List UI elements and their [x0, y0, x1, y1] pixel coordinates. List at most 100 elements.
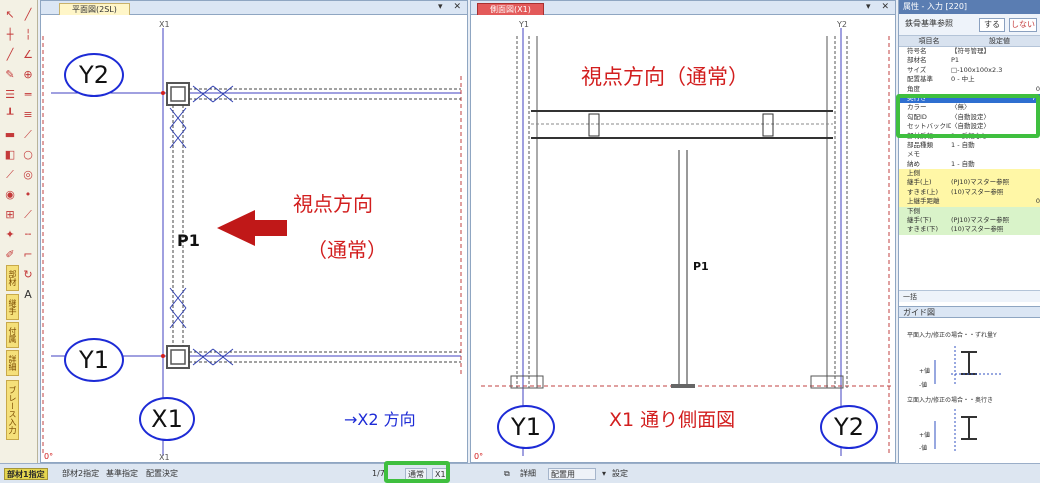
- property-value[interactable]: [951, 169, 1040, 178]
- bolt-tool-icon[interactable]: ⊞: [3, 208, 17, 222]
- property-rows: 符号名 【符号管理】 部材名 P1 サイズ □-100x100x2.3 配置基準 0 - 中上…: [899, 47, 1040, 235]
- edit-tool-icon[interactable]: ✐: [3, 248, 17, 262]
- cross-tool-icon[interactable]: ┼: [3, 28, 17, 42]
- property-key: サイズ: [907, 65, 927, 74]
- status-layout-select[interactable]: 配置用: [548, 468, 596, 480]
- property-value[interactable]: (PJ10)マスター参照: [951, 178, 1040, 187]
- status-copy-icon[interactable]: ⧉: [502, 468, 512, 480]
- status-detail[interactable]: 詳細: [518, 468, 538, 480]
- hole-tool-icon[interactable]: ◉: [3, 188, 17, 202]
- double-line-tool-icon[interactable]: ═: [21, 88, 35, 102]
- close-icon[interactable]: ✕: [453, 2, 461, 12]
- p1-base: [671, 384, 695, 388]
- property-row[interactable]: 符号名 【符号管理】: [899, 47, 1040, 56]
- property-value[interactable]: (10)マスター参照: [951, 225, 1040, 234]
- text-tool-icon[interactable]: A: [21, 288, 35, 302]
- weld-tool-icon[interactable]: ✦: [3, 228, 17, 242]
- property-row[interactable]: 継手(上) (PJ10)マスター参照: [899, 178, 1040, 188]
- line-tool-icon[interactable]: ╱: [21, 8, 35, 22]
- property-row[interactable]: 納め 1 - 自動: [899, 160, 1040, 169]
- status-tab-placement[interactable]: 配置決定: [144, 468, 180, 480]
- point-tool-icon[interactable]: •: [21, 188, 35, 202]
- property-value[interactable]: [951, 150, 1040, 159]
- property-value[interactable]: P1: [951, 56, 1040, 65]
- side-caption: X1 通り側面図: [609, 409, 736, 431]
- property-value[interactable]: 0 - 中上: [951, 75, 1040, 84]
- ref-do-button[interactable]: する: [979, 18, 1005, 32]
- toolbar-column-2: ╱ ╎ ∠ ⊕ ═ ≡ ⟋ ○ ◎ • ⟋ ╌ ⌐ ↻ A: [19, 8, 37, 308]
- circle-plus-tool-icon[interactable]: ⊕: [21, 68, 35, 82]
- property-value[interactable]: (PJ10)マスター参照: [951, 216, 1040, 225]
- property-key: 符号名: [907, 47, 927, 55]
- property-value[interactable]: 1 - 自動: [951, 160, 1040, 169]
- select-tool-icon[interactable]: ↖: [3, 8, 17, 22]
- column-tool-icon[interactable]: ┸: [3, 108, 17, 122]
- bracket-tool-icon[interactable]: ⌐: [21, 248, 35, 262]
- side-tab-4[interactable]: 詳細: [6, 350, 19, 376]
- angle-tool-icon[interactable]: ∠: [21, 48, 35, 62]
- property-row[interactable]: 部材名 P1: [899, 56, 1040, 65]
- beam-tool-icon[interactable]: ▬: [3, 128, 17, 142]
- side-tab-1[interactable]: 部材: [6, 265, 19, 291]
- property-value[interactable]: 0: [951, 197, 1040, 206]
- side-tab-5[interactable]: ブレース入力: [6, 380, 19, 440]
- property-key: 上側: [907, 169, 920, 178]
- status-tab-member2[interactable]: 部材2指定: [60, 468, 101, 480]
- dropdown-icon[interactable]: ▾: [438, 2, 443, 12]
- loop-tool-icon[interactable]: ↻: [21, 268, 35, 282]
- pen-tool-icon[interactable]: ✎: [3, 68, 17, 82]
- property-row[interactable]: すきま(上) (10)マスター参照: [899, 187, 1040, 198]
- diag-tool-icon[interactable]: ⟋: [21, 128, 35, 142]
- vline-tool-icon[interactable]: ╎: [21, 28, 35, 42]
- property-title: 属性 - 入力 [220]: [899, 0, 1040, 14]
- property-value[interactable]: 1 - 自動: [951, 141, 1040, 150]
- close-icon[interactable]: ✕: [881, 2, 889, 12]
- property-footer[interactable]: 一括: [899, 290, 1040, 302]
- property-row[interactable]: 角度 0: [899, 85, 1040, 94]
- status-tab-base[interactable]: 基準指定: [104, 468, 140, 480]
- property-value[interactable]: 【符号管理】: [951, 47, 1040, 56]
- property-row[interactable]: 上側: [899, 169, 1040, 179]
- brace-top: [192, 85, 234, 103]
- plate-tool-icon[interactable]: ◧: [3, 148, 17, 162]
- stack-tool-icon[interactable]: ☰: [3, 88, 17, 102]
- plan-tabbar: 平面図(2SL) ▾ ✕: [41, 1, 467, 15]
- status-layout-dropdown-icon[interactable]: ▾: [600, 468, 608, 480]
- grid-y2-top-label: Y2: [836, 20, 847, 29]
- plan-tab[interactable]: 平面図(2SL): [59, 3, 130, 15]
- property-key: すきま(下): [907, 225, 939, 234]
- property-row[interactable]: 上継手距離 0: [899, 197, 1040, 207]
- property-value[interactable]: □-100x100x2.3: [951, 66, 1040, 75]
- axis-y1-bubble: Y1: [64, 338, 124, 382]
- brace-tool-icon[interactable]: ╱: [3, 48, 17, 62]
- side-tab[interactable]: 側面図(X1): [477, 3, 544, 15]
- property-value[interactable]: (10)マスター参照: [951, 188, 1040, 197]
- dash-tool-icon[interactable]: ╌: [21, 228, 35, 242]
- side-tab-3[interactable]: 付属: [6, 322, 19, 348]
- dot-ring-tool-icon[interactable]: ◎: [21, 168, 35, 182]
- property-row[interactable]: メモ: [899, 150, 1040, 159]
- dropdown-icon[interactable]: ▾: [866, 2, 871, 12]
- side-controls: ▾ ✕: [858, 2, 889, 12]
- property-row[interactable]: 部品種類 1 - 自動: [899, 141, 1040, 150]
- guide-title: ガイド図: [899, 306, 1040, 318]
- axis-y2-bubble: Y2: [64, 53, 124, 97]
- side-tab-2[interactable]: 継手: [6, 294, 19, 320]
- property-row[interactable]: 下側: [899, 206, 1040, 217]
- property-value[interactable]: [951, 207, 1040, 216]
- guide-title-text: ガイド図: [903, 308, 935, 317]
- slope-tool-icon[interactable]: ⟋: [3, 168, 17, 182]
- splice-1: [588, 113, 600, 137]
- status-settings[interactable]: 設定: [610, 468, 630, 480]
- slash-tool-icon[interactable]: ⟋: [21, 208, 35, 222]
- ring-tool-icon[interactable]: ○: [21, 148, 35, 162]
- property-row[interactable]: 継手(下) (PJ10)マスター参照: [899, 216, 1040, 226]
- property-row[interactable]: サイズ □-100x100x2.3: [899, 66, 1040, 75]
- property-row[interactable]: すきま(下) (10)マスター参照: [899, 225, 1040, 235]
- guide-text-1: 平面入力/修正の場合・・ずれ量Y: [907, 332, 997, 339]
- ref-dont-button[interactable]: しない: [1009, 18, 1037, 32]
- status-tab-member1[interactable]: 部材1指定: [4, 468, 48, 480]
- property-value[interactable]: 0: [951, 85, 1040, 94]
- triple-line-tool-icon[interactable]: ≡: [21, 108, 35, 122]
- property-row[interactable]: 配置基準 0 - 中上: [899, 75, 1040, 84]
